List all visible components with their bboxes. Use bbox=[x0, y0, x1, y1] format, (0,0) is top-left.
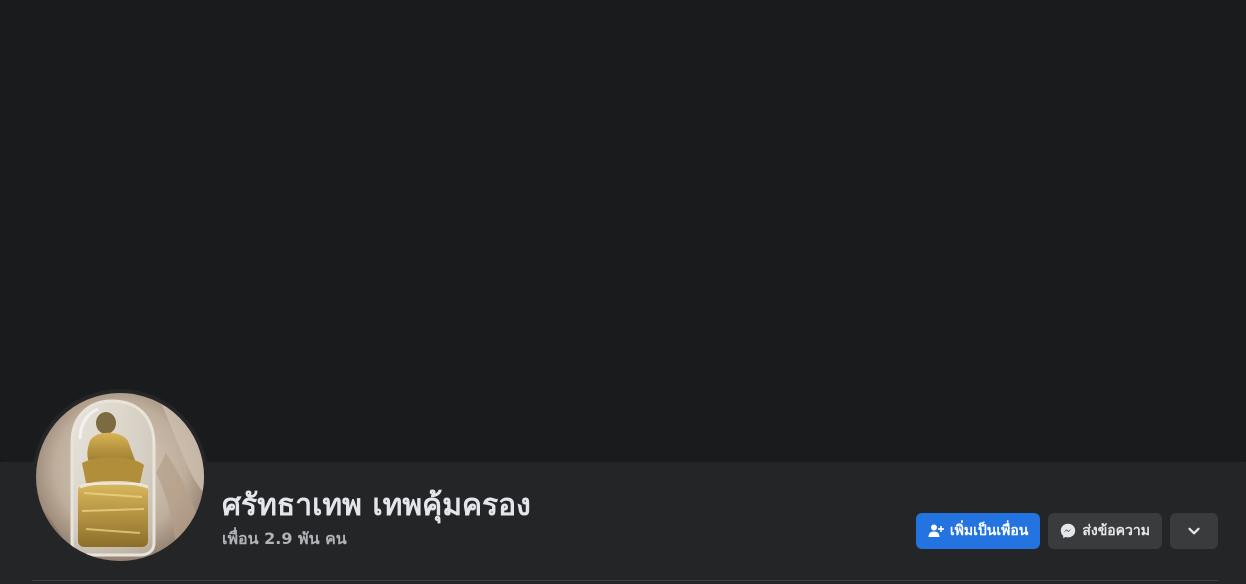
profile-page: ศรัทธาเทพ เทพคุ้มครอง เพื่อน 2.9 พัน คน … bbox=[0, 0, 1246, 584]
message-label: ส่งข้อความ bbox=[1082, 523, 1150, 539]
profile-name: ศรัทธาเทพ เทพคุ้มครอง bbox=[222, 488, 531, 523]
add-friend-icon bbox=[928, 523, 944, 539]
chevron-down-icon bbox=[1186, 523, 1202, 539]
message-button[interactable]: ส่งข้อความ bbox=[1048, 513, 1162, 549]
add-friend-label: เพิ่มเป็นเพื่อน bbox=[949, 523, 1029, 539]
profile-picture bbox=[36, 393, 204, 561]
messenger-icon bbox=[1060, 523, 1076, 539]
friends-count-link[interactable]: เพื่อน 2.9 พัน คน bbox=[222, 528, 347, 550]
profile-picture-button[interactable] bbox=[32, 389, 208, 565]
more-options-button[interactable] bbox=[1170, 513, 1218, 549]
profile-actions: เพิ่มเป็นเพื่อน ส่งข้อความ bbox=[915, 513, 1218, 549]
cover-photo[interactable] bbox=[0, 0, 1246, 462]
header-divider bbox=[32, 580, 1218, 581]
add-friend-button[interactable]: เพิ่มเป็นเพื่อน bbox=[915, 513, 1041, 549]
